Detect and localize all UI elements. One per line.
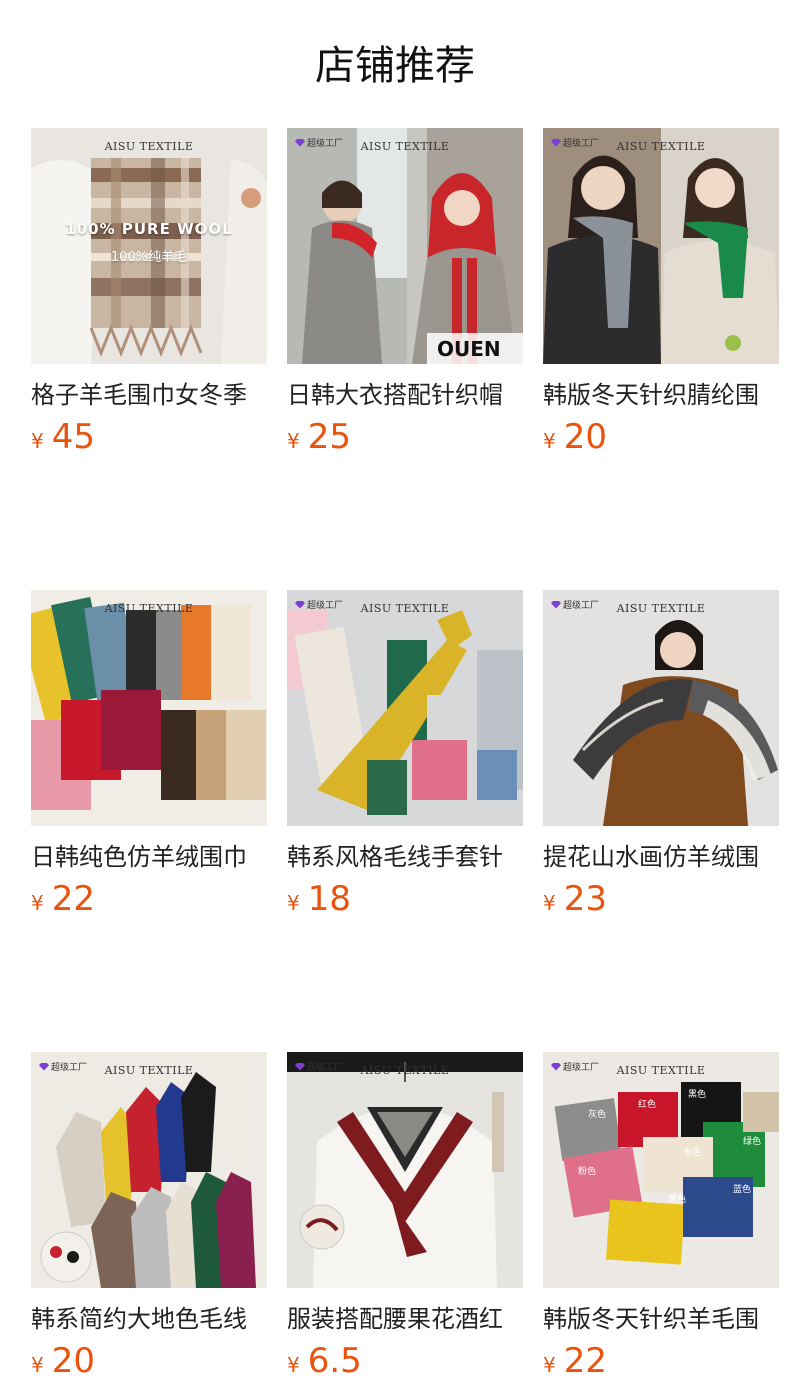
product-image[interactable]: OUEN 超级工厂 AISU TEXTILE xyxy=(287,128,523,364)
product-image[interactable]: 超级工厂 AISU TEXTILE xyxy=(543,590,779,826)
product-card[interactable]: AISU TEXTILE 100% PURE WOOL 100%纯羊毛 格子羊毛… xyxy=(31,128,267,458)
product-card[interactable]: 超级工厂 AISU TEXTILE 灰色 红色 黑色 绿色 米色 粉色 黄色 蓝… xyxy=(543,1052,779,1382)
currency-symbol: ¥ xyxy=(287,429,300,453)
product-price: ¥ 25 xyxy=(287,420,523,458)
product-price: ¥ 6.5 xyxy=(287,1344,523,1382)
price-value: 6.5 xyxy=(307,1341,362,1381)
color-label: 绿色 xyxy=(743,1137,762,1147)
product-card[interactable]: 超级工厂 AISU TEXTILE 韩系简约大地色毛线 ¥ 20 xyxy=(31,1052,267,1382)
color-label: 灰色 xyxy=(588,1110,607,1120)
wool-overlay-cn: 100%纯羊毛 xyxy=(110,250,188,265)
brand-watermark: AISU TEXTILE xyxy=(104,602,194,615)
product-price: ¥ 45 xyxy=(31,420,267,458)
currency-symbol: ¥ xyxy=(543,891,556,915)
product-card[interactable]: 超级工厂 AISU TEXTILE 韩系风格毛线手套针 ¥ 18 xyxy=(287,590,523,920)
product-name[interactable]: 韩版冬天针织腈纶围 xyxy=(543,378,779,412)
product-grid: AISU TEXTILE 100% PURE WOOL 100%纯羊毛 格子羊毛… xyxy=(31,128,779,1382)
price-value: 25 xyxy=(307,417,351,457)
product-card[interactable]: 超级工厂 AISU TEXTILE 韩版冬天针织腈纶围 ¥ 20 xyxy=(543,128,779,458)
color-label: 黄色 xyxy=(668,1195,687,1205)
currency-symbol: ¥ xyxy=(31,1353,44,1377)
product-name[interactable]: 韩系简约大地色毛线 xyxy=(31,1302,267,1336)
shop-recommendations-page: 店铺推荐 AISU TEXTILE 100% PURE WOOL 100%纯羊毛… xyxy=(0,0,790,1378)
brand-watermark: AISU TEXTILE xyxy=(360,602,450,615)
product-name[interactable]: 日韩纯色仿羊绒围巾 xyxy=(31,840,267,874)
color-label: 黑色 xyxy=(688,1090,707,1100)
brand-watermark: AISU TEXTILE xyxy=(616,602,706,615)
product-name[interactable]: 日韩大衣搭配针织帽 xyxy=(287,378,523,412)
product-image[interactable]: 超级工厂 AISU TEXTILE xyxy=(287,590,523,826)
product-image[interactable]: AISU TEXTILE xyxy=(31,590,267,826)
price-value: 22 xyxy=(563,1341,607,1381)
price-value: 20 xyxy=(563,417,607,457)
color-label: 蓝色 xyxy=(733,1185,752,1195)
currency-symbol: ¥ xyxy=(31,891,44,915)
color-label: 粉色 xyxy=(578,1167,597,1177)
product-name[interactable]: 提花山水画仿羊绒围 xyxy=(543,840,779,874)
brand-watermark: AISU TEXTILE xyxy=(104,140,194,153)
product-card[interactable]: AISU TEXTILE 日韩纯色仿羊绒围巾 ¥ 22 xyxy=(31,590,267,920)
price-value: 18 xyxy=(307,879,351,919)
brand-watermark: AISU TEXTILE xyxy=(360,140,450,153)
currency-symbol: ¥ xyxy=(543,1353,556,1377)
currency-symbol: ¥ xyxy=(287,891,300,915)
product-price: ¥ 22 xyxy=(543,1344,779,1382)
product-price: ¥ 20 xyxy=(543,420,779,458)
product-card[interactable]: 超级工厂 AISU TEXTILE 提花山水画仿羊绒围 ¥ 23 xyxy=(543,590,779,920)
price-value: 23 xyxy=(563,879,607,919)
brand-watermark: AISU TEXTILE xyxy=(360,1064,450,1077)
currency-symbol: ¥ xyxy=(31,429,44,453)
brand-watermark: AISU TEXTILE xyxy=(104,1064,194,1077)
product-image[interactable]: 超级工厂 AISU TEXTILE xyxy=(543,128,779,364)
product-card[interactable]: 超级工厂 AISU TEXTILE 服装搭配腰果花酒红 ¥ 6.5 xyxy=(287,1052,523,1382)
currency-symbol: ¥ xyxy=(543,429,556,453)
price-value: 22 xyxy=(51,879,95,919)
price-value: 45 xyxy=(51,417,95,457)
product-image[interactable]: AISU TEXTILE 100% PURE WOOL 100%纯羊毛 xyxy=(31,128,267,364)
product-price: ¥ 22 xyxy=(31,882,267,920)
product-image[interactable]: 超级工厂 AISU TEXTILE xyxy=(287,1052,523,1288)
product-price: ¥ 20 xyxy=(31,1344,267,1382)
wool-overlay-en: 100% PURE WOOL xyxy=(65,220,233,238)
product-card[interactable]: OUEN 超级工厂 AISU TEXTILE 日韩大衣搭配针织帽 ¥ 25 xyxy=(287,128,523,458)
product-name[interactable]: 韩系风格毛线手套针 xyxy=(287,840,523,874)
color-label: 米色 xyxy=(683,1148,702,1158)
section-title: 店铺推荐 xyxy=(315,43,475,89)
product-name[interactable]: 韩版冬天针织羊毛围 xyxy=(543,1302,779,1336)
product-image[interactable]: 超级工厂 AISU TEXTILE xyxy=(31,1052,267,1288)
svg-text:OUEN: OUEN xyxy=(437,337,501,361)
brand-watermark: AISU TEXTILE xyxy=(616,140,706,153)
product-price: ¥ 23 xyxy=(543,882,779,920)
product-image[interactable]: 超级工厂 AISU TEXTILE 灰色 红色 黑色 绿色 米色 粉色 黄色 蓝… xyxy=(543,1052,779,1288)
product-name[interactable]: 格子羊毛围巾女冬季 xyxy=(31,378,267,412)
color-label: 红色 xyxy=(638,1100,657,1110)
price-value: 20 xyxy=(51,1341,95,1381)
product-name[interactable]: 服装搭配腰果花酒红 xyxy=(287,1302,523,1336)
currency-symbol: ¥ xyxy=(287,1353,300,1377)
product-price: ¥ 18 xyxy=(287,882,523,920)
brand-watermark: AISU TEXTILE xyxy=(616,1064,706,1077)
